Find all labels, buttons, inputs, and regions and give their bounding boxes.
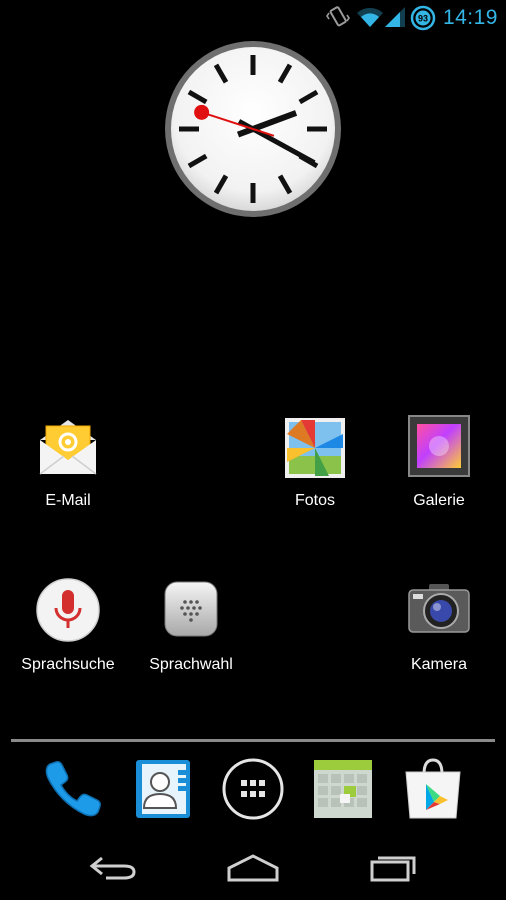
home-icon — [227, 854, 279, 882]
signal-icon — [384, 6, 406, 33]
gallery-icon — [405, 412, 473, 480]
dock-contacts[interactable] — [130, 756, 196, 822]
app-voice-dialer[interactable]: Sprachwahl — [131, 576, 251, 674]
battery-level: 93 — [418, 14, 428, 24]
camera-icon — [405, 576, 473, 644]
dock-calendar[interactable] — [310, 756, 376, 822]
battery-icon: 93 — [410, 5, 436, 36]
dock-play-store[interactable] — [400, 756, 466, 822]
microphone-icon — [34, 576, 102, 644]
back-icon — [89, 856, 136, 880]
status-time: 14:19 — [442, 6, 498, 29]
dock-app-drawer[interactable] — [220, 756, 286, 822]
phone-icon — [45, 761, 101, 817]
nav-back-button[interactable] — [84, 848, 144, 888]
contacts-icon — [136, 760, 190, 818]
status-bar[interactable]: 93 14:19 — [0, 0, 506, 36]
app-label: Sprachwahl — [149, 656, 233, 673]
play-store-icon — [405, 758, 461, 819]
nav-recent-apps-button[interactable] — [364, 848, 424, 888]
analog-clock-widget[interactable] — [164, 40, 342, 218]
voice-dialer-icon — [157, 576, 225, 644]
nav-home-button[interactable] — [223, 848, 283, 888]
email-icon — [34, 412, 102, 480]
app-label: Kamera — [410, 656, 468, 673]
app-voice-search[interactable]: Sprachsuche — [8, 576, 128, 674]
wifi-icon — [356, 6, 384, 33]
app-gallery[interactable]: Galerie — [379, 412, 499, 510]
app-label: Galerie — [413, 492, 465, 509]
app-label: Fotos — [294, 492, 335, 509]
second-hand-dot — [194, 104, 210, 120]
app-photos[interactable]: Fotos — [255, 412, 375, 510]
dock-phone[interactable] — [40, 756, 106, 822]
calendar-icon — [314, 760, 372, 818]
photos-icon — [281, 412, 349, 480]
vibrate-icon — [326, 4, 350, 35]
app-drawer-icon — [222, 758, 284, 820]
dock-divider — [11, 739, 495, 742]
app-label: E-Mail — [45, 492, 91, 509]
app-camera[interactable]: Kamera — [379, 576, 499, 674]
app-email[interactable]: E-Mail — [8, 412, 128, 510]
app-label: Sprachsuche — [21, 656, 115, 673]
recent-apps-icon — [370, 856, 416, 882]
